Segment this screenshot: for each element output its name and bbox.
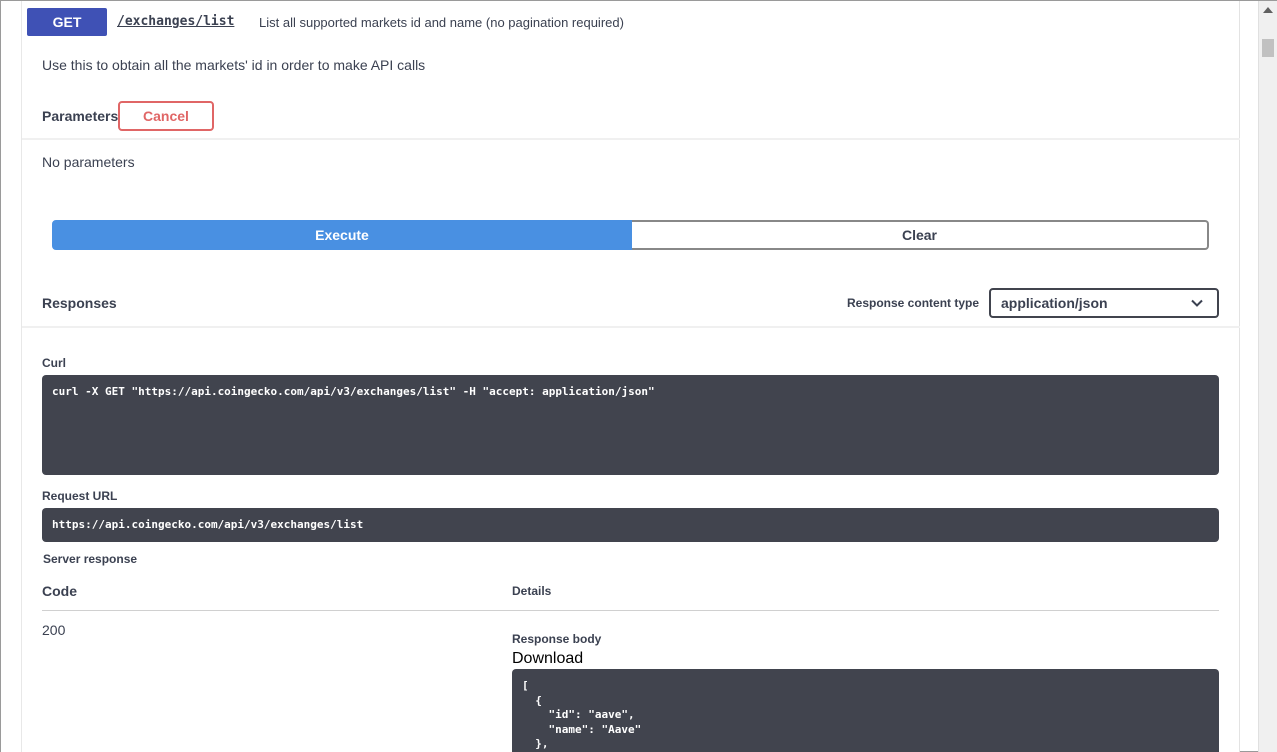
download-link[interactable]: Download [512,650,583,668]
operation-block: GET /exchanges/list List all supported m… [22,1,1240,752]
chevron-down-icon [1191,299,1203,307]
execute-wrapper: Execute Clear [52,220,1209,250]
vertical-scrollbar[interactable] [1258,1,1277,752]
clear-button[interactable]: Clear [632,220,1209,250]
response-body-label: Response body [512,632,602,646]
no-parameters-text: No parameters [42,154,135,170]
response-content-type-value: application/json [1001,295,1108,311]
operation-description: Use this to obtain all the markets' id i… [42,57,426,73]
execute-button[interactable]: Execute [52,220,632,250]
page-frame: GET /exchanges/list List all supported m… [0,0,1277,752]
responses-divider [22,326,1240,328]
responses-title: Responses [42,295,117,311]
left-gutter [1,1,22,752]
operation-summary: List all supported markets id and name (… [259,15,624,30]
response-body-block[interactable]: [ { "id": "aave", "name": "Aave" }, [512,669,1219,752]
curl-label: Curl [42,356,66,370]
method-badge[interactable]: GET [27,8,107,36]
details-column-header: Details [512,584,552,598]
scrollbar-thumb[interactable] [1262,39,1274,57]
response-table-divider [42,610,1219,611]
code-column-header: Code [42,583,77,599]
endpoint-path-link[interactable]: /exchanges/list [117,14,234,29]
response-content-type-select[interactable]: application/json [989,288,1219,318]
request-url-block[interactable]: https://api.coingecko.com/api/v3/exchang… [42,508,1219,542]
server-response-label: Server response [43,552,138,566]
response-content-type-label: Response content type [847,296,980,310]
parameters-divider [22,138,1240,140]
parameters-title: Parameters [42,108,119,124]
request-url-label: Request URL [42,489,118,503]
scroll-up-arrow-icon[interactable] [1263,7,1273,13]
status-code: 200 [42,622,66,638]
cancel-button[interactable]: Cancel [118,101,214,131]
curl-command-block[interactable]: curl -X GET "https://api.coingecko.com/a… [42,375,1219,475]
